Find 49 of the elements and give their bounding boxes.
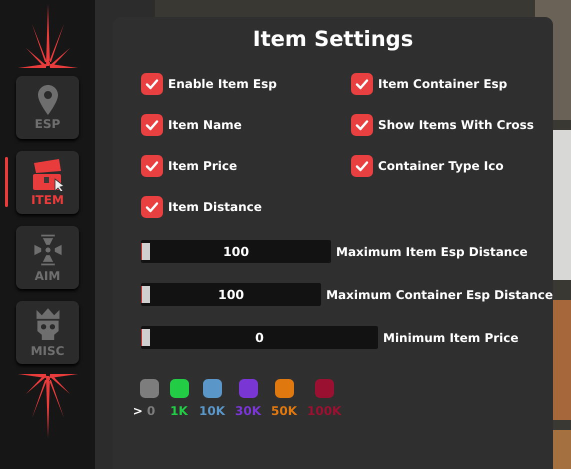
checkbox-label: Enable Item Esp <box>168 77 277 91</box>
slider-handle[interactable] <box>141 329 150 346</box>
checkbox-label: Item Price <box>168 159 238 173</box>
slider-handle[interactable] <box>141 243 150 260</box>
treasure-chest-icon <box>30 158 64 190</box>
slider-value: 100 <box>218 287 244 302</box>
color-swatch[interactable] <box>274 379 294 398</box>
panel-title: Item Settings <box>252 27 414 51</box>
price-tier-label: 0 <box>146 404 156 418</box>
checkbox-label: Item Distance <box>168 200 262 214</box>
slider-value: 100 <box>222 244 250 259</box>
checkbox-label: Show Items With Cross <box>378 118 534 132</box>
checkbox-box[interactable] <box>141 73 163 95</box>
checkbox-box[interactable] <box>351 73 373 95</box>
checkbox[interactable]: Show Items With Cross <box>351 114 551 136</box>
color-swatch[interactable] <box>140 379 158 398</box>
slider-value: 0 <box>255 330 264 345</box>
price-tier-label: 100K <box>307 404 342 418</box>
checkbox[interactable]: Item Name <box>141 114 351 136</box>
checkbox-label: Container Type Ico <box>378 159 504 173</box>
checkbox-label: Item Container Esp <box>378 77 508 91</box>
checkbox-box[interactable] <box>141 196 163 218</box>
checkbox-box[interactable] <box>351 114 373 136</box>
checkbox[interactable]: Container Type Ico <box>351 155 551 177</box>
price-tier-label: 50K <box>271 404 297 418</box>
color-swatch[interactable] <box>238 379 258 398</box>
checkbox[interactable]: Enable Item Esp <box>141 73 351 95</box>
price-tier-label: 10K <box>199 404 225 418</box>
checkbox-box[interactable] <box>141 114 163 136</box>
prefix-symbol: > <box>132 404 143 418</box>
slider[interactable]: 0 <box>141 326 378 349</box>
slider-handle[interactable] <box>141 286 150 303</box>
checkbox-box[interactable] <box>141 155 163 177</box>
price-tier-label: 1K <box>170 404 188 418</box>
color-swatch[interactable] <box>314 379 334 398</box>
slider[interactable]: 100 <box>141 283 322 306</box>
color-swatch[interactable] <box>170 379 188 398</box>
slider[interactable]: 100 <box>141 240 331 263</box>
checkbox[interactable]: Item Container Esp <box>351 73 551 95</box>
slider-label: Maximum Item Esp Distance <box>336 244 528 258</box>
checkbox[interactable]: Item Price <box>141 155 351 177</box>
checkbox[interactable]: Item Distance <box>141 196 351 218</box>
location-pin-icon <box>38 84 58 114</box>
slider-label: Maximum Container Esp Distance <box>326 288 553 302</box>
slider-label: Minimum Item Price <box>383 330 519 344</box>
price-tier-label: 30K <box>235 404 261 418</box>
checkbox-label: Item Name <box>168 118 242 132</box>
color-swatch[interactable] <box>202 379 222 398</box>
checkbox-box[interactable] <box>351 155 373 177</box>
